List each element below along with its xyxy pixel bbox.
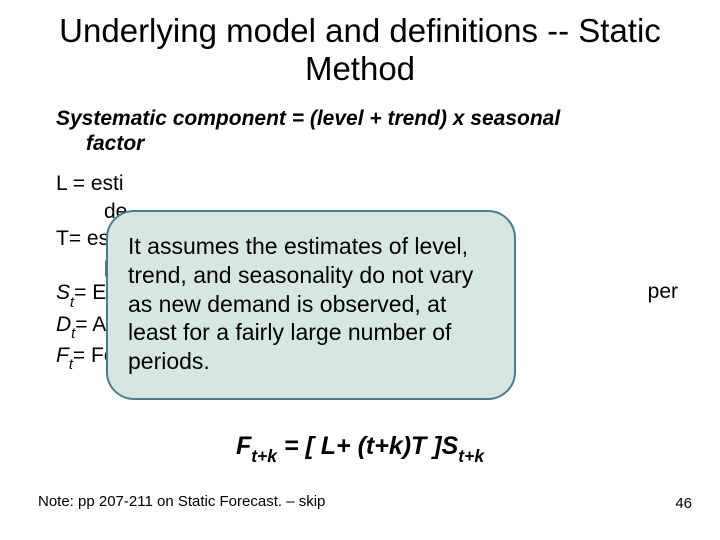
per-fragment: per [648,280,678,304]
formula-F: F [236,432,251,460]
formula-sub2: t+k [458,446,484,466]
slide: Underlying model and definitions -- Stat… [0,0,720,540]
systematic-component-heading: Systematic component = (level + trend) x… [38,106,682,156]
formula-mid: = [ L+ (t+k)T ]S [277,432,458,460]
callout-box: It assumes the estimates of level, trend… [106,210,516,400]
def-Ft-sym: F [56,344,69,367]
def-Dt-sym: D [56,313,71,336]
def-Ft-sub: t [69,357,73,373]
subhead-line2: factor [56,131,682,156]
formula-sub1: t+k [251,446,277,466]
footnote: Note: pp 207-211 on Static Forecast. – s… [38,493,325,510]
page-number: 46 [675,495,692,512]
def-St-sub: t [70,295,74,311]
def-L-text: L = esti [56,172,124,195]
callout-text: It assumes the estimates of level, trend… [128,233,473,374]
def-St-sym: S [56,281,70,304]
def-Dt-sub: t [71,326,75,342]
slide-title: Underlying model and definitions -- Stat… [38,12,682,88]
forecast-formula: Ft+k = [ L+ (t+k)T ]St+k [0,432,720,465]
subhead-line1: Systematic component = (level + trend) x… [56,107,560,130]
